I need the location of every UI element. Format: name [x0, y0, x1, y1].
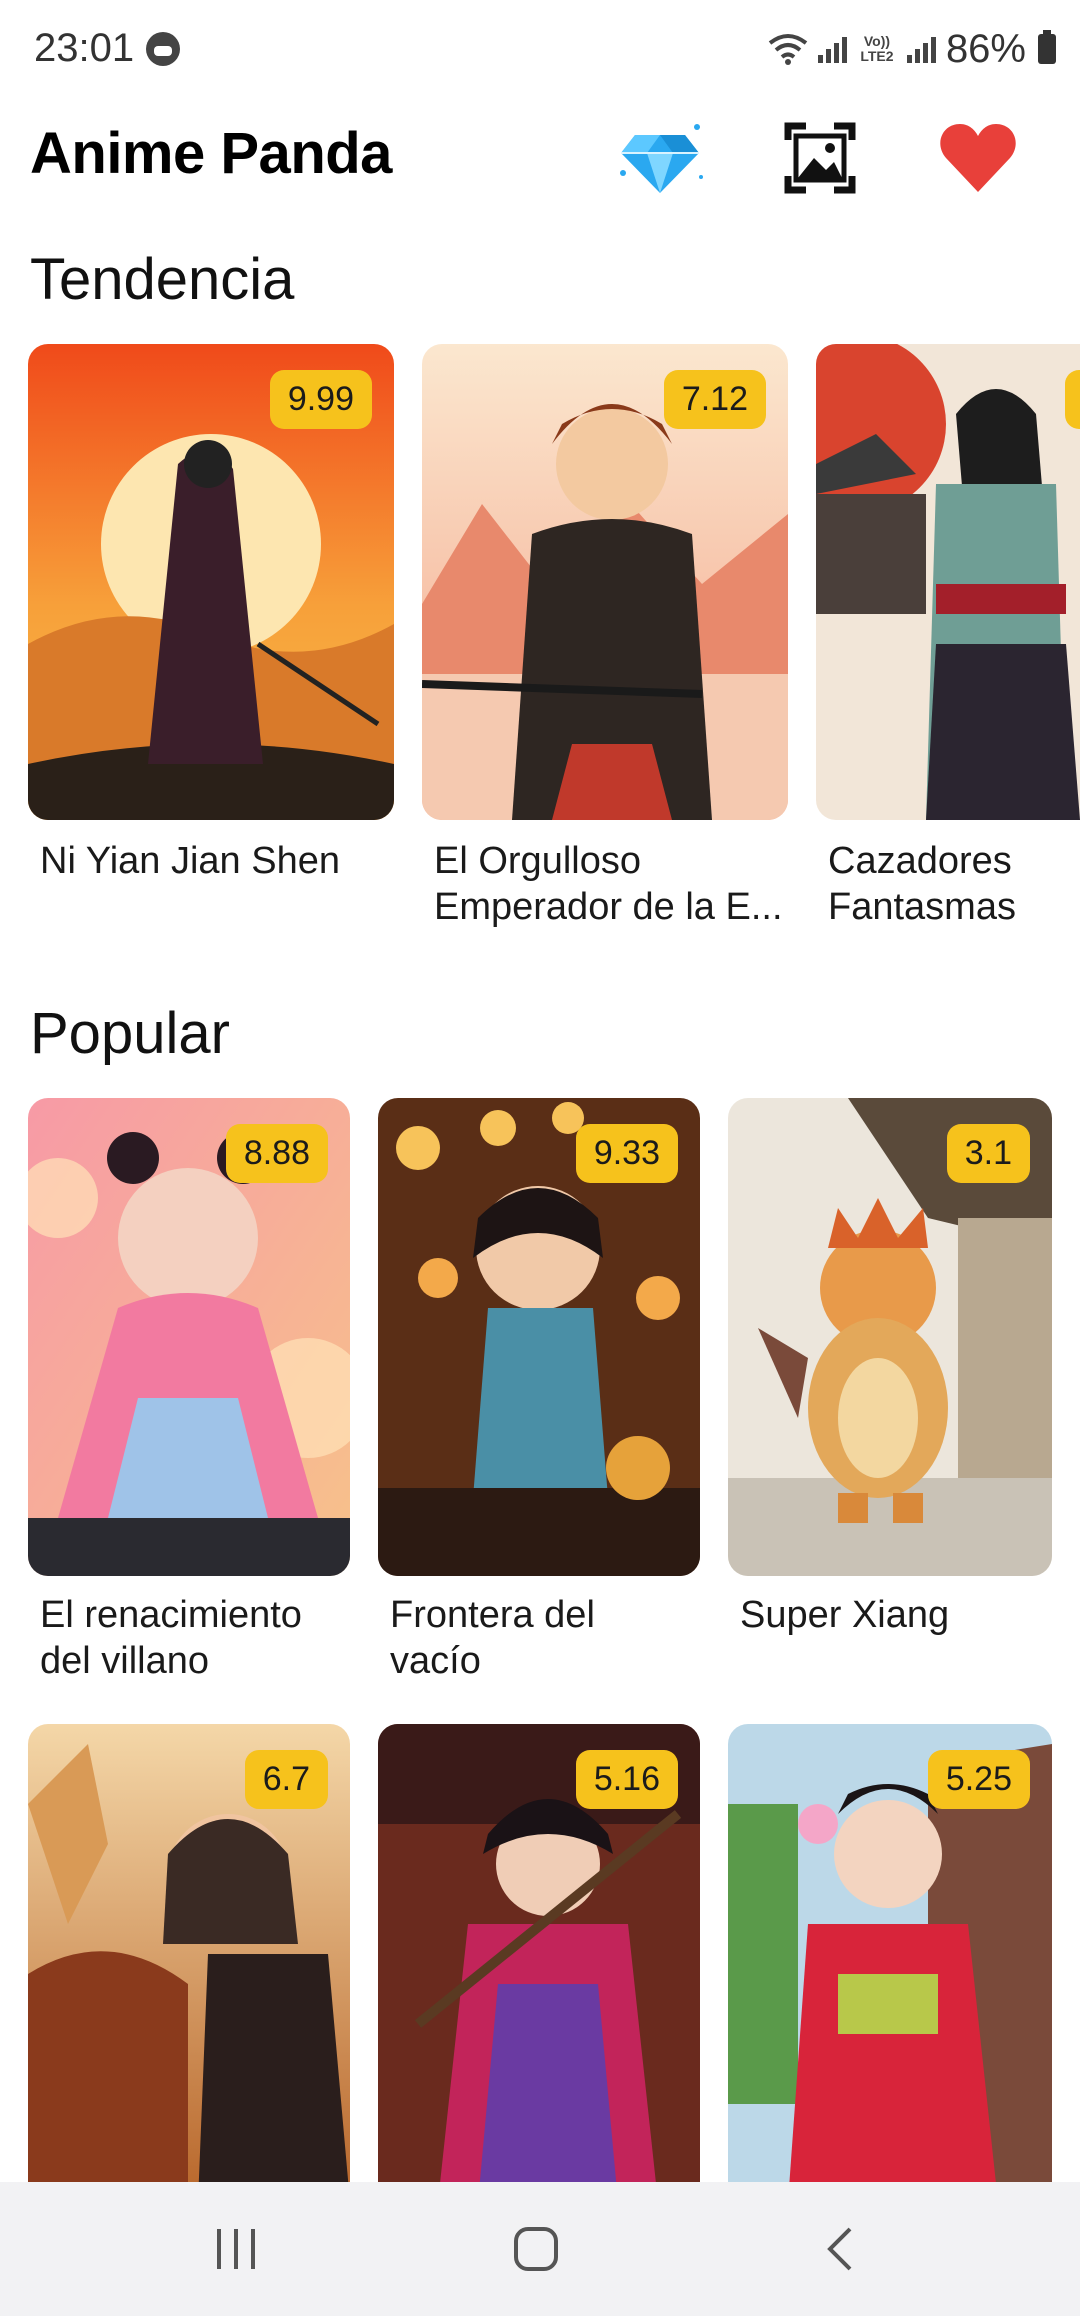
card-title-line: vacío — [390, 1640, 481, 1682]
trending-card[interactable]: 7.12 — [422, 344, 788, 820]
premium-button[interactable] — [610, 108, 710, 208]
rating-badge: 3.1 — [946, 1124, 1030, 1183]
wifi-icon — [768, 34, 808, 65]
status-icons: Vo)) LTE2 86% — [768, 24, 1056, 74]
rating-badge: 7.12 — [663, 370, 766, 429]
card-title-line: Emperador de la E... — [434, 886, 783, 928]
card-title-line: El renacimiento — [40, 1594, 302, 1636]
card-title: Cazadores Fantasmas — [828, 838, 1078, 930]
app-title: Anime Panda — [30, 121, 392, 186]
back-icon — [827, 2227, 852, 2271]
popular-card[interactable]: 3.1 — [728, 1098, 1052, 1576]
card-title-line: Frontera del — [390, 1594, 595, 1636]
home-icon — [514, 2227, 558, 2271]
popular-card[interactable]: 5.25 — [728, 1724, 1052, 2202]
rating-badge: 5.16 — [575, 1750, 678, 1809]
rating-badge: 9.33 — [575, 1124, 678, 1183]
status-bar: 23:01 Vo)) LTE2 86% — [0, 0, 1080, 100]
rating-badge: 6.7 — [244, 1750, 328, 1809]
popular-card[interactable]: 5.16 — [378, 1724, 700, 2202]
recent-apps-button[interactable] — [196, 2212, 276, 2286]
section-title-trending: Tendencia — [30, 247, 295, 312]
battery-percent: 86% — [945, 26, 1026, 71]
navigation-bar — [0, 2182, 1080, 2316]
notification-icon — [146, 32, 180, 66]
cover-image — [816, 344, 1080, 820]
image-search-icon — [784, 122, 856, 194]
heart-icon — [940, 124, 1016, 192]
volte-label: Vo)) LTE2 — [860, 33, 894, 64]
trending-card[interactable]: 8 — [816, 344, 1080, 820]
signal-icon-2 — [906, 35, 936, 63]
battery-icon — [1038, 30, 1056, 64]
section-title-popular: Popular — [30, 1001, 230, 1066]
rating-badge: 9.99 — [269, 370, 372, 429]
home-button[interactable] — [496, 2212, 576, 2286]
back-button[interactable] — [800, 2212, 880, 2286]
card-title-line: del villano — [40, 1640, 209, 1682]
rating-badge: 8.88 — [225, 1124, 328, 1183]
card-title: Super Xiang — [740, 1592, 1050, 1638]
rating-badge: 5.25 — [927, 1750, 1030, 1809]
card-title: Frontera del vacío — [390, 1592, 700, 1684]
card-title-line: Super Xiang — [740, 1594, 950, 1636]
card-title-line: Fantasmas — [828, 886, 1016, 928]
image-search-button[interactable] — [770, 108, 870, 208]
signal-icon — [817, 35, 847, 63]
card-title: El renacimiento del villano — [40, 1592, 350, 1684]
recent-apps-icon — [217, 2229, 255, 2269]
card-title: El Orgulloso Emperador de la E... — [434, 838, 784, 930]
card-title: Ni Yian Jian Shen — [40, 838, 390, 884]
popular-card[interactable]: 9.33 — [378, 1098, 700, 1576]
favorites-button[interactable] — [928, 108, 1028, 208]
trending-card[interactable]: 9.99 — [28, 344, 394, 820]
status-time: 23:01 — [34, 26, 135, 70]
card-title-line: Ni Yian Jian Shen — [40, 840, 340, 882]
card-title-line: El Orgulloso — [434, 840, 641, 882]
diamond-icon — [620, 124, 703, 193]
card-title-line: Cazadores — [828, 840, 1012, 882]
popular-card[interactable]: 6.7 — [28, 1724, 350, 2202]
popular-card[interactable]: 8.88 — [28, 1098, 350, 1576]
rating-badge: 8 — [1065, 370, 1080, 429]
